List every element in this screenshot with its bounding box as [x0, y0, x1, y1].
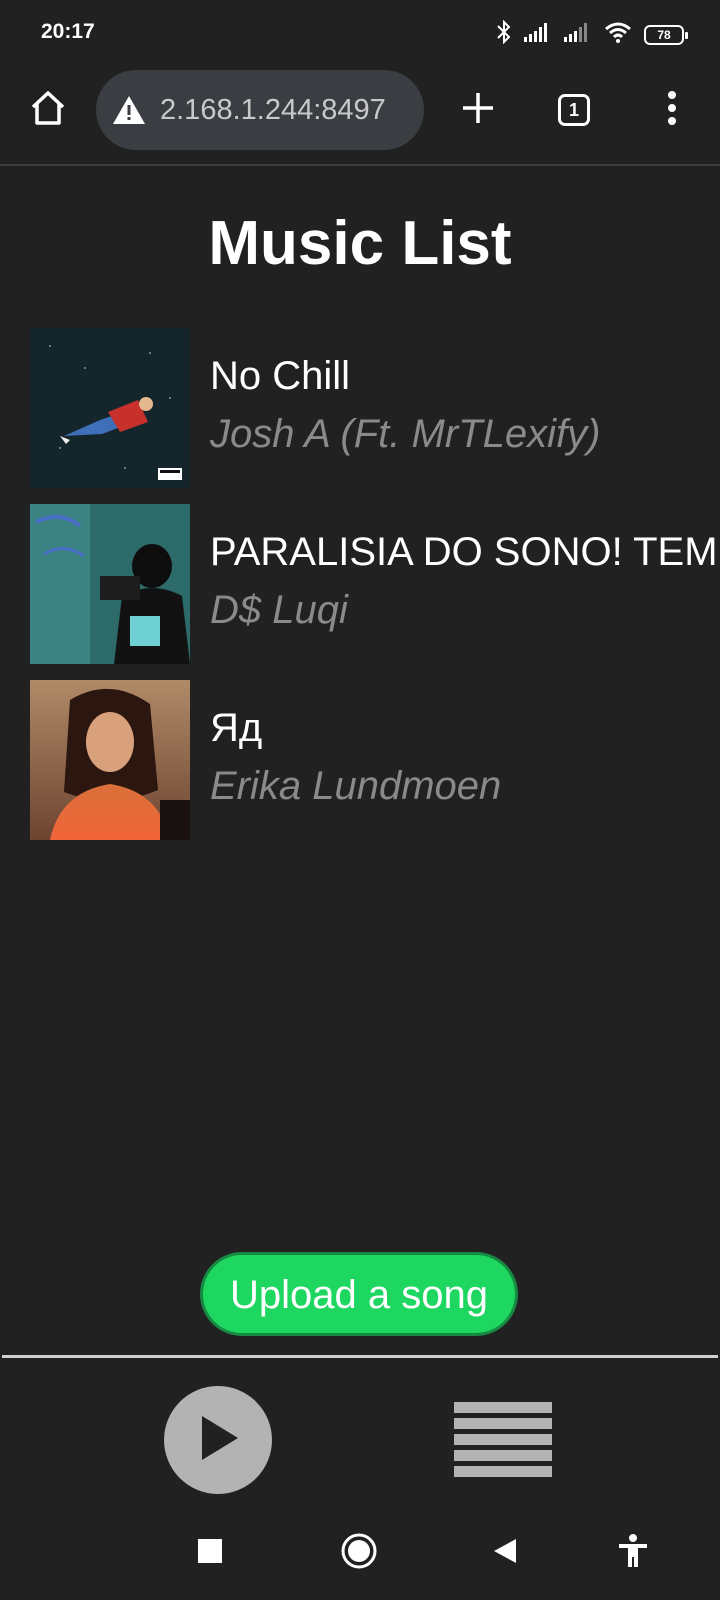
browser-toolbar: 2.168.1.244:8497 1 — [0, 70, 720, 166]
playlist-icon — [454, 1402, 552, 1477]
wifi-icon — [604, 21, 632, 48]
status-bar: 20:17 78 — [0, 0, 720, 70]
player-bar — [0, 1358, 720, 1510]
back-triangle-icon — [492, 1537, 518, 1570]
song-title: PARALISIA DO SONO! TEM — [210, 530, 718, 574]
new-tab-button[interactable] — [456, 88, 500, 132]
accessibility-icon — [618, 1533, 648, 1573]
system-nav-bar — [0, 1510, 720, 1600]
home-nav-button[interactable] — [336, 1530, 382, 1576]
tab-switcher-button[interactable]: 1 — [554, 90, 594, 130]
warning-icon — [112, 93, 146, 127]
album-cover — [30, 504, 190, 664]
circle-icon — [340, 1532, 378, 1575]
play-icon — [196, 1414, 240, 1467]
song-item[interactable]: Яд Erika Lundmoen — [30, 680, 690, 840]
more-vert-icon — [667, 90, 677, 130]
play-button[interactable] — [164, 1386, 272, 1494]
song-item[interactable]: PARALISIA DO SONO! TEM D$ Luqi — [30, 504, 718, 664]
page-title: Music List — [208, 209, 512, 278]
song-list: No Chill Josh A (Ft. MrTLexify) PARALISI… — [30, 328, 718, 856]
playlist-button[interactable] — [454, 1402, 552, 1480]
tab-switcher-icon: 1 — [558, 94, 590, 126]
status-icons: 78 — [496, 19, 688, 49]
address-bar[interactable]: 2.168.1.244:8497 — [96, 70, 424, 150]
battery-icon: 78 — [644, 24, 688, 45]
home-icon — [28, 88, 68, 133]
song-title: No Chill — [210, 354, 351, 398]
song-artist: D$ Luqi — [210, 588, 348, 632]
bluetooth-icon — [496, 19, 512, 49]
plus-icon — [461, 91, 495, 130]
song-artist: Josh A (Ft. MrTLexify) — [210, 412, 601, 456]
song-title: Яд — [210, 706, 263, 750]
more-options-button[interactable] — [652, 88, 692, 132]
song-artist: Erika Lundmoen — [210, 764, 502, 808]
home-button[interactable] — [26, 88, 70, 132]
signal-icon — [564, 22, 592, 47]
song-item[interactable]: No Chill Josh A (Ft. MrTLexify) — [30, 328, 690, 488]
back-button[interactable] — [482, 1530, 528, 1576]
recents-button[interactable] — [187, 1530, 233, 1576]
square-icon — [197, 1538, 223, 1569]
signal-icon — [524, 22, 552, 47]
album-cover — [30, 680, 190, 840]
accessibility-button[interactable] — [610, 1530, 656, 1576]
upload-song-button[interactable]: Upload a song — [200, 1252, 518, 1336]
status-time: 20:17 — [41, 20, 95, 43]
album-cover — [30, 328, 190, 488]
url-text: 2.168.1.244:8497 — [160, 93, 386, 126]
